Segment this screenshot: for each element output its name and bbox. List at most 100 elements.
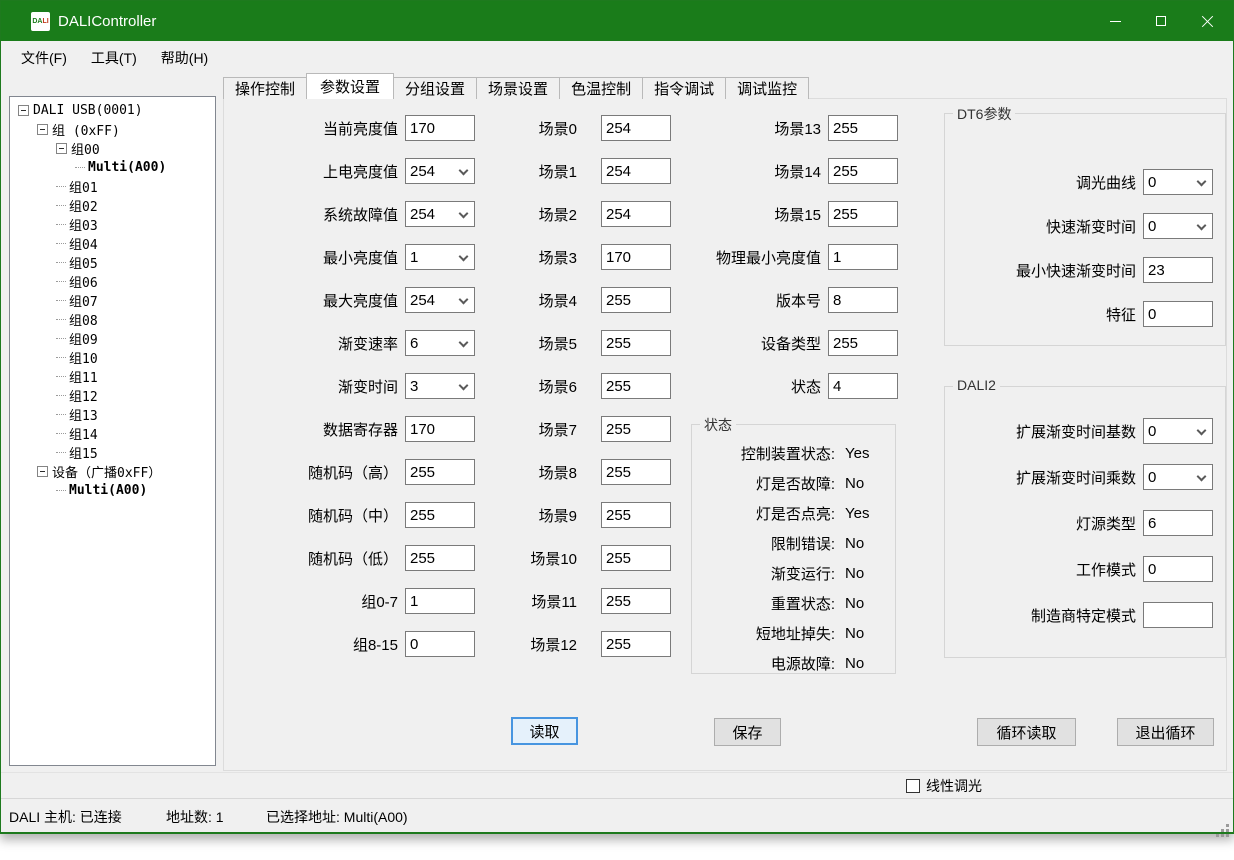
menu-item[interactable]: 文件(F) [9, 43, 79, 73]
param-field[interactable] [405, 330, 475, 356]
scene-value-input[interactable] [602, 288, 670, 312]
tree-node[interactable]: 组04 [10, 234, 215, 253]
tab[interactable]: 调试监控 [725, 77, 809, 99]
tree-node[interactable]: 组02 [10, 196, 215, 215]
param-field[interactable] [1143, 213, 1213, 239]
param-field[interactable] [405, 115, 475, 141]
param-field[interactable] [1143, 464, 1213, 490]
minimize-button[interactable] [1092, 1, 1138, 41]
scene-value-input[interactable] [602, 632, 670, 656]
tree-node[interactable]: 组06 [10, 272, 215, 291]
param-field[interactable] [828, 330, 898, 356]
loop-read-button[interactable]: 循环读取 [977, 718, 1076, 746]
tree-node[interactable]: 组14 [10, 424, 215, 443]
read-button[interactable]: 读取 [511, 717, 578, 745]
param-field[interactable] [828, 373, 898, 399]
tree-expander-icon[interactable] [56, 143, 67, 154]
param-field[interactable] [1143, 418, 1213, 444]
param-value-input[interactable] [406, 460, 474, 484]
param-field[interactable] [1143, 301, 1213, 327]
param-value-input[interactable] [829, 202, 897, 226]
param-field[interactable] [405, 631, 475, 657]
param-value-input[interactable] [1144, 419, 1212, 443]
param-field[interactable] [405, 373, 475, 399]
tab[interactable]: 分组设置 [393, 77, 477, 99]
param-field[interactable] [1143, 556, 1213, 582]
param-value-input[interactable] [1144, 258, 1212, 282]
tree-node[interactable]: 组05 [10, 253, 215, 272]
param-field[interactable] [1143, 510, 1213, 536]
scene-value-input[interactable] [602, 202, 670, 226]
param-field[interactable] [828, 287, 898, 313]
tab[interactable]: 场景设置 [476, 77, 560, 99]
tree-node[interactable]: Multi(A00) [10, 481, 215, 500]
tree-expander-icon[interactable] [37, 466, 48, 477]
scene-value-input[interactable] [602, 331, 670, 355]
param-value-input[interactable] [406, 116, 474, 140]
param-value-input[interactable] [406, 632, 474, 656]
scene-value-input[interactable] [602, 159, 670, 183]
param-field[interactable] [405, 545, 475, 571]
scene-value-input[interactable] [602, 546, 670, 570]
param-value-input[interactable] [406, 374, 474, 398]
param-field[interactable] [405, 244, 475, 270]
tree-node[interactable]: DALI USB(0001) [10, 101, 215, 120]
param-value-input[interactable] [406, 417, 474, 441]
param-field[interactable] [1143, 257, 1213, 283]
tree-node[interactable]: 组 (0xFF) [10, 120, 215, 139]
param-value-input[interactable] [829, 331, 897, 355]
scene-field[interactable] [601, 502, 671, 528]
param-field[interactable] [828, 201, 898, 227]
scene-value-input[interactable] [602, 374, 670, 398]
tree-node[interactable]: 组03 [10, 215, 215, 234]
tree-node[interactable]: 组10 [10, 348, 215, 367]
param-field[interactable] [405, 502, 475, 528]
tree-node[interactable]: Multi(A00) [10, 158, 215, 177]
close-button[interactable] [1184, 1, 1230, 41]
param-value-input[interactable] [406, 503, 474, 527]
param-field[interactable] [405, 158, 475, 184]
tree-node[interactable]: 组01 [10, 177, 215, 196]
param-field[interactable] [405, 287, 475, 313]
param-value-input[interactable] [1144, 511, 1212, 535]
menu-item[interactable]: 工具(T) [79, 43, 149, 73]
scene-value-input[interactable] [602, 503, 670, 527]
tab[interactable]: 指令调试 [642, 77, 726, 99]
tree-node[interactable]: 组11 [10, 367, 215, 386]
param-value-input[interactable] [406, 546, 474, 570]
tree-node[interactable]: 组07 [10, 291, 215, 310]
param-field[interactable] [405, 588, 475, 614]
scene-value-input[interactable] [602, 417, 670, 441]
scene-field[interactable] [601, 631, 671, 657]
param-value-input[interactable] [1144, 302, 1212, 326]
tree-node[interactable]: 组00 [10, 139, 215, 158]
param-value-input[interactable] [1144, 603, 1212, 627]
tree-expander-icon[interactable] [18, 105, 29, 116]
param-value-input[interactable] [1144, 465, 1212, 489]
param-value-input[interactable] [829, 245, 897, 269]
tab[interactable]: 色温控制 [559, 77, 643, 99]
param-value-input[interactable] [406, 245, 474, 269]
param-value-input[interactable] [1144, 214, 1212, 238]
tree-node[interactable]: 组13 [10, 405, 215, 424]
param-value-input[interactable] [829, 374, 897, 398]
scene-value-input[interactable] [602, 589, 670, 613]
param-value-input[interactable] [406, 202, 474, 226]
param-value-input[interactable] [1144, 557, 1212, 581]
scene-value-input[interactable] [602, 116, 670, 140]
resize-grip-icon[interactable] [1226, 824, 1229, 827]
param-value-input[interactable] [406, 288, 474, 312]
tab[interactable]: 操作控制 [223, 77, 307, 99]
param-value-input[interactable] [829, 116, 897, 140]
scene-field[interactable] [601, 588, 671, 614]
param-field[interactable] [405, 201, 475, 227]
maximize-button[interactable] [1138, 1, 1184, 41]
linear-dim-label[interactable]: 线性调光 [926, 776, 982, 796]
scene-value-input[interactable] [602, 460, 670, 484]
param-field[interactable] [828, 158, 898, 184]
param-field[interactable] [1143, 602, 1213, 628]
param-value-input[interactable] [406, 331, 474, 355]
linear-dim-checkbox[interactable] [906, 779, 920, 793]
tab[interactable]: 参数设置 [306, 73, 394, 99]
tree-expander-icon[interactable] [37, 124, 48, 135]
